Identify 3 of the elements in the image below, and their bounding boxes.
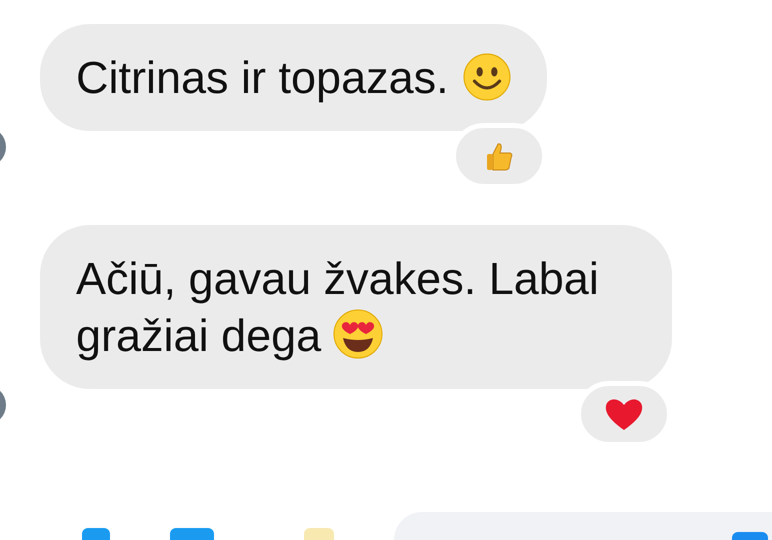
message-bubble: Ačiū, gavau žvakes. Labai gražiai dega	[40, 225, 672, 389]
message-input-field[interactable]	[394, 512, 772, 540]
message-bubble: Citrinas ir topazas.	[40, 24, 547, 131]
